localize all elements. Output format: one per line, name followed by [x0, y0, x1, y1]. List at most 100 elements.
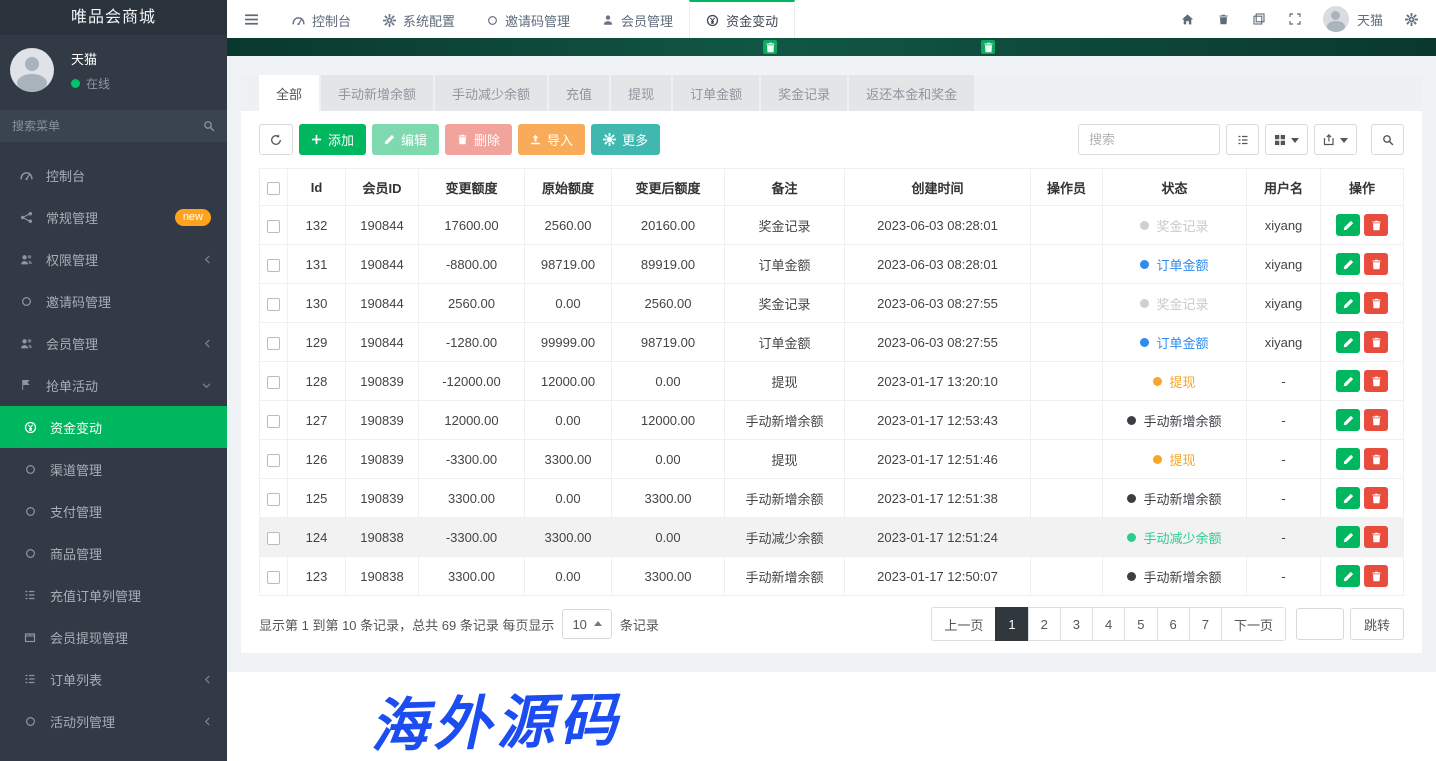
row-edit-button[interactable]: [1336, 214, 1360, 236]
add-button[interactable]: 添加: [299, 124, 366, 155]
row-checkbox[interactable]: [267, 337, 280, 350]
sidebar-item-recharge[interactable]: 充值订单列管理: [0, 574, 227, 616]
row-edit-button[interactable]: [1336, 565, 1360, 587]
avatar[interactable]: [10, 48, 54, 92]
row-edit-button[interactable]: [1336, 292, 1360, 314]
row-edit-button[interactable]: [1336, 409, 1360, 431]
row-checkbox[interactable]: [267, 532, 280, 545]
filter-tab-3[interactable]: 充值: [549, 75, 609, 111]
row-delete-button[interactable]: [1364, 253, 1388, 275]
sidebar-item-fund[interactable]: 资金变动: [0, 406, 227, 448]
edit-button[interactable]: 编辑: [372, 124, 439, 155]
jump-page-input[interactable]: [1296, 608, 1344, 640]
sidebar-item-invite[interactable]: 邀请码管理: [0, 280, 227, 322]
nav-item-fund[interactable]: 资金变动: [689, 0, 795, 38]
column-header[interactable]: 变更后额度: [612, 169, 725, 206]
row-checkbox[interactable]: [267, 259, 280, 272]
column-header[interactable]: Id: [288, 169, 346, 206]
menu-search-input[interactable]: [12, 119, 203, 133]
column-header[interactable]: 备注: [725, 169, 845, 206]
page-button-7[interactable]: 7: [1189, 607, 1222, 641]
sidebar-item-auth[interactable]: 权限管理: [0, 238, 227, 280]
row-checkbox[interactable]: [267, 415, 280, 428]
row-edit-button[interactable]: [1336, 448, 1360, 470]
row-edit-button[interactable]: [1336, 331, 1360, 353]
column-header[interactable]: 用户名: [1247, 169, 1321, 206]
search-icon[interactable]: [203, 120, 215, 132]
table-search-input[interactable]: [1078, 124, 1220, 155]
page-button-5[interactable]: 5: [1124, 607, 1157, 641]
prev-page-button[interactable]: 上一页: [931, 607, 996, 641]
filter-tab-4[interactable]: 提现: [611, 75, 671, 111]
row-delete-button[interactable]: [1364, 292, 1388, 314]
sidebar-item-member[interactable]: 会员管理: [0, 322, 227, 364]
nav-item-member[interactable]: 会员管理: [586, 0, 689, 38]
sidebar-item-pay[interactable]: 支付管理: [0, 490, 227, 532]
fullscreen-icon[interactable]: [1277, 0, 1313, 38]
row-checkbox[interactable]: [267, 376, 280, 389]
strip-trash-icon[interactable]: [763, 40, 777, 54]
home-icon[interactable]: [1169, 0, 1206, 38]
sidebar-item-activity[interactable]: 抢单活动: [0, 364, 227, 406]
page-button-3[interactable]: 3: [1060, 607, 1093, 641]
column-header[interactable]: 状态: [1103, 169, 1247, 206]
nav-item-console[interactable]: 控制台: [276, 0, 367, 38]
page-size-select[interactable]: 10: [562, 609, 611, 639]
toggle-search-button[interactable]: [1226, 124, 1259, 155]
strip-trash-icon[interactable]: [981, 40, 995, 54]
page-button-2[interactable]: 2: [1028, 607, 1061, 641]
row-checkbox[interactable]: [267, 220, 280, 233]
delete-button[interactable]: 删除: [445, 124, 512, 155]
row-edit-button[interactable]: [1336, 526, 1360, 548]
filter-tab-5[interactable]: 订单金额: [673, 75, 759, 111]
sidebar-item-withdraw[interactable]: 会员提现管理: [0, 616, 227, 658]
jump-button[interactable]: 跳转: [1350, 608, 1404, 640]
page-button-6[interactable]: 6: [1157, 607, 1190, 641]
sidebar-item-events[interactable]: 活动列管理: [0, 700, 227, 742]
row-edit-button[interactable]: [1336, 487, 1360, 509]
row-checkbox[interactable]: [267, 298, 280, 311]
select-all-checkbox[interactable]: [267, 182, 280, 195]
column-header[interactable]: 操作员: [1031, 169, 1103, 206]
refresh-button[interactable]: [259, 124, 293, 155]
advanced-search-button[interactable]: [1371, 124, 1404, 155]
filter-tab-7[interactable]: 返还本金和奖金: [849, 75, 974, 111]
windows-icon[interactable]: [1241, 0, 1277, 38]
sidebar-item-console[interactable]: 控制台: [0, 154, 227, 196]
nav-item-system[interactable]: 系统配置: [367, 0, 471, 38]
hamburger-icon[interactable]: [227, 0, 276, 38]
export-button[interactable]: [1314, 124, 1357, 155]
row-delete-button[interactable]: [1364, 370, 1388, 392]
row-delete-button[interactable]: [1364, 448, 1388, 470]
row-edit-button[interactable]: [1336, 253, 1360, 275]
column-header[interactable]: 创建时间: [845, 169, 1031, 206]
row-delete-button[interactable]: [1364, 487, 1388, 509]
user-menu[interactable]: 天猫: [1313, 6, 1393, 32]
filter-tab-1[interactable]: 手动新增余额: [321, 75, 433, 111]
row-checkbox[interactable]: [267, 454, 280, 467]
filter-tab-6[interactable]: 奖金记录: [761, 75, 847, 111]
sidebar-item-channel[interactable]: 渠道管理: [0, 448, 227, 490]
row-delete-button[interactable]: [1364, 214, 1388, 236]
filter-tab-0[interactable]: 全部: [259, 75, 319, 111]
row-delete-button[interactable]: [1364, 331, 1388, 353]
column-header[interactable]: 操作: [1321, 169, 1404, 206]
settings-gear-icon[interactable]: [1393, 0, 1430, 38]
sidebar-item-goods[interactable]: 商品管理: [0, 532, 227, 574]
column-header[interactable]: 会员ID: [346, 169, 419, 206]
page-button-4[interactable]: 4: [1092, 607, 1125, 641]
sidebar-item-orders[interactable]: 订单列表: [0, 658, 227, 700]
column-header[interactable]: 变更额度: [419, 169, 525, 206]
sidebar-item-general[interactable]: 常规管理new: [0, 196, 227, 238]
filter-tab-2[interactable]: 手动减少余额: [435, 75, 547, 111]
column-header[interactable]: 原始额度: [525, 169, 612, 206]
page-button-1[interactable]: 1: [995, 607, 1028, 641]
row-delete-button[interactable]: [1364, 526, 1388, 548]
import-button[interactable]: 导入: [518, 124, 585, 155]
clear-cache-trash-icon[interactable]: [1206, 0, 1241, 38]
row-checkbox[interactable]: [267, 493, 280, 506]
nav-item-invite[interactable]: 邀请码管理: [471, 0, 586, 38]
row-delete-button[interactable]: [1364, 565, 1388, 587]
more-button[interactable]: 更多: [591, 124, 660, 155]
row-checkbox[interactable]: [267, 571, 280, 584]
